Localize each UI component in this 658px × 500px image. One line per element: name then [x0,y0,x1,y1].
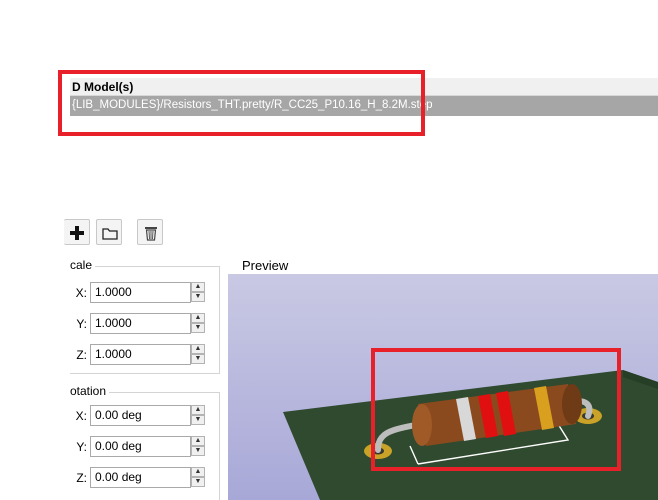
rotation-y-down-button[interactable]: ▼ [191,446,205,456]
scale-y-field[interactable]: 1.0000 [90,313,191,334]
model-path[interactable]: {LIB_MODULES}/Resistors_THT.pretty/R_CC2… [72,99,433,111]
scale-x-field[interactable]: 1.0000 [90,282,191,303]
rotation-z-up-button[interactable]: ▲ [191,467,205,477]
scale-x-stepper[interactable]: ▲ ▼ [191,282,205,303]
trash-icon [145,227,157,241]
rotation-x-field[interactable]: 0.00 deg [90,405,191,426]
preview-label: Preview [242,258,289,273]
table-row[interactable]: {LIB_MODULES}/Resistors_THT.pretty/R_CC2… [70,96,658,116]
models-header-label: D Model(s) [72,80,134,94]
add-model-button[interactable] [64,219,90,245]
scale-x-up-button[interactable]: ▲ [191,282,205,292]
rotation-y-label: Y: [76,440,87,454]
browse-model-button[interactable] [96,219,122,245]
rotation-x-up-button[interactable]: ▲ [191,405,205,415]
scale-x-label: X: [75,286,87,300]
rotation-z-down-button[interactable]: ▼ [191,477,205,487]
resistor-3d-model [283,370,658,500]
scale-y-stepper[interactable]: ▲ ▼ [191,313,205,334]
scale-group-title: cale [70,258,96,272]
rotation-z-field[interactable]: 0.00 deg [90,467,191,488]
scale-z-label: Z: [76,348,87,362]
scale-y-label: Y: [76,317,87,331]
scale-z-up-button[interactable]: ▲ [191,344,205,354]
rotation-y-field[interactable]: 0.00 deg [90,436,191,457]
rotation-y-up-button[interactable]: ▲ [191,436,205,446]
rotation-group-title: otation [70,384,110,398]
models-table-header: D Model(s) [70,78,658,96]
scale-y-up-button[interactable]: ▲ [191,313,205,323]
scale-z-stepper[interactable]: ▲ ▼ [191,344,205,365]
plus-icon [70,226,84,240]
3d-preview-canvas[interactable] [228,274,658,500]
remove-model-button[interactable] [137,219,163,245]
rotation-z-stepper[interactable]: ▲ ▼ [191,467,205,488]
scale-z-down-button[interactable]: ▼ [191,354,205,364]
folder-icon [102,228,118,240]
scale-x-down-button[interactable]: ▼ [191,292,205,302]
rotation-z-label: Z: [76,471,87,485]
rotation-x-stepper[interactable]: ▲ ▼ [191,405,205,426]
rotation-x-label: X: [75,409,87,423]
scale-z-field[interactable]: 1.0000 [90,344,191,365]
rotation-x-down-button[interactable]: ▼ [191,415,205,425]
rotation-y-stepper[interactable]: ▲ ▼ [191,436,205,457]
scale-y-down-button[interactable]: ▼ [191,323,205,333]
models-table: D Model(s) {LIB_MODULES}/Resistors_THT.p… [70,74,658,118]
